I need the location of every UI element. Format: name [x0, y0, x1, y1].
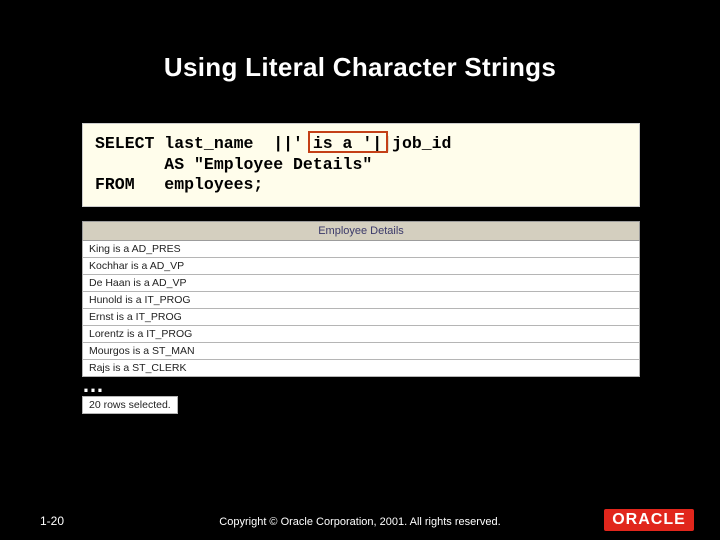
sql-code-block: SELECT last_name ||' is a '||job_id AS "…	[82, 123, 640, 207]
column-header: Employee Details	[83, 221, 640, 240]
result-table: Employee Details King is a AD_PRES Kochh…	[82, 221, 640, 377]
cell: Ernst is a IT_PROG	[83, 308, 640, 325]
table-row: Rajs is a ST_CLERK	[83, 359, 640, 376]
table-row: Kochhar is a AD_VP	[83, 257, 640, 274]
table-row: Lorentz is a IT_PROG	[83, 325, 640, 342]
ellipsis: …	[82, 379, 720, 390]
footer: 1-20 Copyright © Oracle Corporation, 200…	[0, 496, 720, 540]
cell: Hunold is a IT_PROG	[83, 291, 640, 308]
oracle-logo: ORACLE	[594, 506, 704, 534]
sql-line-3: FROM employees;	[95, 175, 263, 194]
result-table-wrap: Employee Details King is a AD_PRES Kochh…	[82, 221, 640, 377]
table-row: De Haan is a AD_VP	[83, 274, 640, 291]
cell: King is a AD_PRES	[83, 240, 640, 257]
cell: Lorentz is a IT_PROG	[83, 325, 640, 342]
oracle-logo-text: ORACLE	[604, 509, 694, 531]
table-row: Ernst is a IT_PROG	[83, 308, 640, 325]
table-row: Hunold is a IT_PROG	[83, 291, 640, 308]
cell: Mourgos is a ST_MAN	[83, 342, 640, 359]
cell: De Haan is a AD_VP	[83, 274, 640, 291]
table-row: King is a AD_PRES	[83, 240, 640, 257]
rows-selected-status: 20 rows selected.	[82, 396, 178, 414]
table-row: Mourgos is a ST_MAN	[83, 342, 640, 359]
sql-line-1: SELECT last_name ||' is a '||job_id	[95, 134, 451, 153]
cell: Kochhar is a AD_VP	[83, 257, 640, 274]
sql-line-2: AS "Employee Details"	[95, 155, 372, 174]
slide-title: Using Literal Character Strings	[0, 0, 720, 123]
cell: Rajs is a ST_CLERK	[83, 359, 640, 376]
